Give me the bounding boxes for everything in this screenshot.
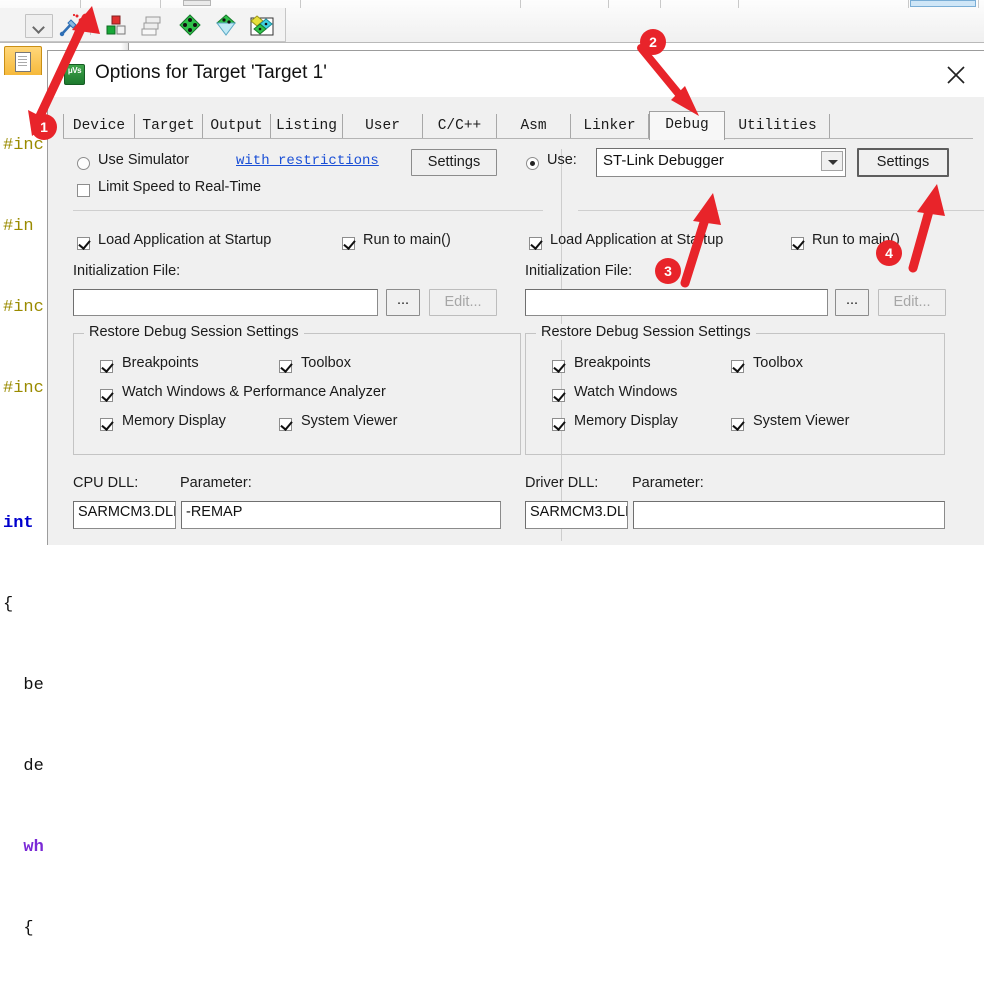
toolbox-label-left: Toolbox <box>301 355 351 371</box>
load-application-label-left: Load Application at Startup <box>98 232 272 248</box>
tab-target[interactable]: Target <box>135 114 203 139</box>
options-for-target-dialog: μVs Options for Target 'Target 1' Device… <box>47 50 984 545</box>
system-viewer-label-right: System Viewer <box>753 413 850 429</box>
annotation-arrow-2 <box>637 44 699 116</box>
parameter-input-left[interactable]: -REMAP <box>181 501 501 529</box>
breakpoints-label-left: Breakpoints <box>122 355 199 371</box>
driver-dll-input[interactable]: SARMCM3.DLL <box>525 501 628 529</box>
restore-group-title-right: Restore Debug Session Settings <box>536 324 756 340</box>
dialog-titlebar: μVs Options for Target 'Target 1' <box>48 51 984 97</box>
watch-windows-label-left: Watch Windows & Performance Analyzer <box>122 384 386 400</box>
parameter-label-right: Parameter: <box>632 475 704 491</box>
edit-button-left[interactable]: Edit... <box>429 289 497 316</box>
close-button[interactable] <box>928 51 984 97</box>
use-debugger-radio[interactable] <box>526 157 539 170</box>
memory-display-checkbox-right[interactable] <box>552 418 565 431</box>
parameter-label-left: Parameter: <box>180 475 252 491</box>
breakpoints-label-right: Breakpoints <box>574 355 651 371</box>
toolbox-checkbox-left[interactable] <box>279 360 292 373</box>
system-viewer-checkbox-right[interactable] <box>731 418 744 431</box>
load-application-checkbox-left[interactable] <box>77 237 90 250</box>
settings-button-right[interactable]: Settings <box>857 148 949 177</box>
memory-display-label-left: Memory Display <box>122 413 226 429</box>
init-file-label-left: Initialization File: <box>73 263 181 279</box>
breakpoints-checkbox-right[interactable] <box>552 360 565 373</box>
tab-user[interactable]: User <box>343 114 423 139</box>
memory-display-label-right: Memory Display <box>574 413 678 429</box>
restore-group-title-left: Restore Debug Session Settings <box>84 324 304 340</box>
system-viewer-label-left: System Viewer <box>301 413 398 429</box>
run-to-main-checkbox-left[interactable] <box>342 237 355 250</box>
system-viewer-checkbox-left[interactable] <box>279 418 292 431</box>
tabstrip-underline <box>63 138 973 139</box>
limit-speed-checkbox[interactable] <box>77 184 90 197</box>
dialog-title: Options for Target 'Target 1' <box>95 62 327 83</box>
cpu-dll-label: CPU DLL: <box>73 475 139 491</box>
tab-output[interactable]: Output <box>203 114 271 139</box>
browse-button-right[interactable]: ... <box>835 289 869 316</box>
dialog-body: Device Target Output Listing User C/C++ … <box>48 97 984 545</box>
batch-build-icon[interactable] <box>140 13 164 37</box>
tabstrip: Device Target Output Listing User C/C++ … <box>63 111 973 140</box>
annotation-badge-2: 2 <box>640 29 666 55</box>
run-to-main-checkbox-right[interactable] <box>791 237 804 250</box>
left-separator <box>73 210 543 211</box>
cpu-dll-input[interactable]: SARMCM3.DLL <box>73 501 176 529</box>
tab-asm[interactable]: Asm <box>497 114 571 139</box>
debugger-select[interactable]: ST-Link Debugger <box>596 148 846 177</box>
watch-windows-checkbox-left[interactable] <box>100 389 113 402</box>
tab-utilities[interactable]: Utilities <box>726 114 830 139</box>
toolbox-label-right: Toolbox <box>753 355 803 371</box>
annotation-arrow-1 <box>28 6 100 136</box>
driver-dll-label: Driver DLL: <box>525 475 599 491</box>
chevron-down-icon[interactable] <box>821 151 843 171</box>
use-simulator-label: Use Simulator <box>98 152 190 168</box>
browse-button-left[interactable]: ... <box>386 289 420 316</box>
tab-listing[interactable]: Listing <box>271 114 343 139</box>
memory-display-checkbox-left[interactable] <box>100 418 113 431</box>
annotation-badge-4: 4 <box>876 240 902 266</box>
tab-c-cpp[interactable]: C/C++ <box>423 114 497 139</box>
init-file-input-left[interactable] <box>73 289 378 316</box>
options-for-target-icon[interactable] <box>178 13 202 37</box>
annotation-badge-1: 1 <box>31 114 57 140</box>
annotation-badge-3: 3 <box>655 258 681 284</box>
with-restrictions-link[interactable]: with restrictions <box>236 153 379 169</box>
watch-windows-checkbox-right[interactable] <box>552 389 565 402</box>
watch-windows-label-right: Watch Windows <box>574 384 678 400</box>
parameter-input-right[interactable] <box>633 501 945 529</box>
ide-toolbar <box>0 0 984 43</box>
limit-speed-label: Limit Speed to Real-Time <box>98 179 262 195</box>
settings-button-left[interactable]: Settings <box>411 149 497 176</box>
init-file-label-right: Initialization File: <box>525 263 633 279</box>
debugger-select-value: ST-Link Debugger <box>603 152 724 169</box>
breakpoints-checkbox-left[interactable] <box>100 360 113 373</box>
toolbar-tick-row <box>0 0 984 8</box>
pack-installer-icon[interactable] <box>250 13 274 37</box>
edit-button-right[interactable]: Edit... <box>878 289 946 316</box>
load-application-checkbox-right[interactable] <box>529 237 542 250</box>
toolbox-checkbox-right[interactable] <box>731 360 744 373</box>
run-to-main-label-left: Run to main() <box>363 232 451 248</box>
use-simulator-radio[interactable] <box>77 157 90 170</box>
manage-components-icon[interactable] <box>214 13 238 37</box>
use-debugger-label: Use: <box>547 152 577 168</box>
